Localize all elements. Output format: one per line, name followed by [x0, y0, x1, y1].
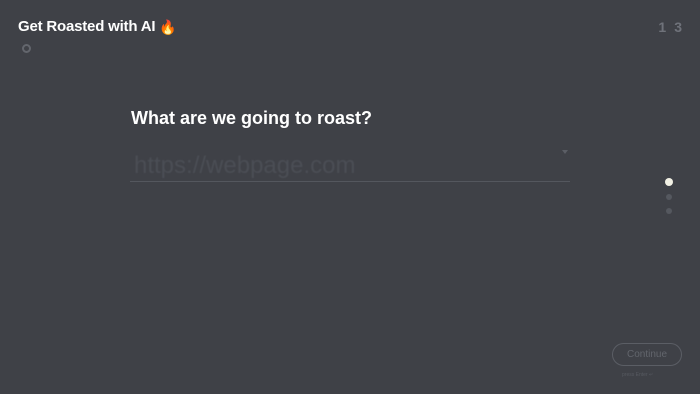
- fire-icon: 🔥: [159, 18, 177, 35]
- pager-dot-1[interactable]: [665, 178, 673, 186]
- step-counter: 1 3: [658, 19, 682, 35]
- enter-hint: press Enter ↵: [622, 372, 654, 378]
- question-heading: What are we going to roast?: [131, 108, 373, 128]
- total-steps: 3: [674, 19, 682, 35]
- app-title-text: Get Roasted with AI: [18, 18, 156, 35]
- gear-icon[interactable]: [22, 44, 31, 53]
- current-step: 1: [658, 19, 667, 35]
- chevron-down-icon[interactable]: [562, 150, 568, 154]
- app-title: Get Roasted with AI 🔥: [18, 18, 177, 35]
- continue-button[interactable]: Continue: [612, 343, 682, 366]
- step-pager: [665, 178, 673, 214]
- url-input[interactable]: [130, 150, 570, 182]
- pager-dot-2[interactable]: [666, 194, 672, 200]
- pager-dot-3[interactable]: [666, 208, 672, 214]
